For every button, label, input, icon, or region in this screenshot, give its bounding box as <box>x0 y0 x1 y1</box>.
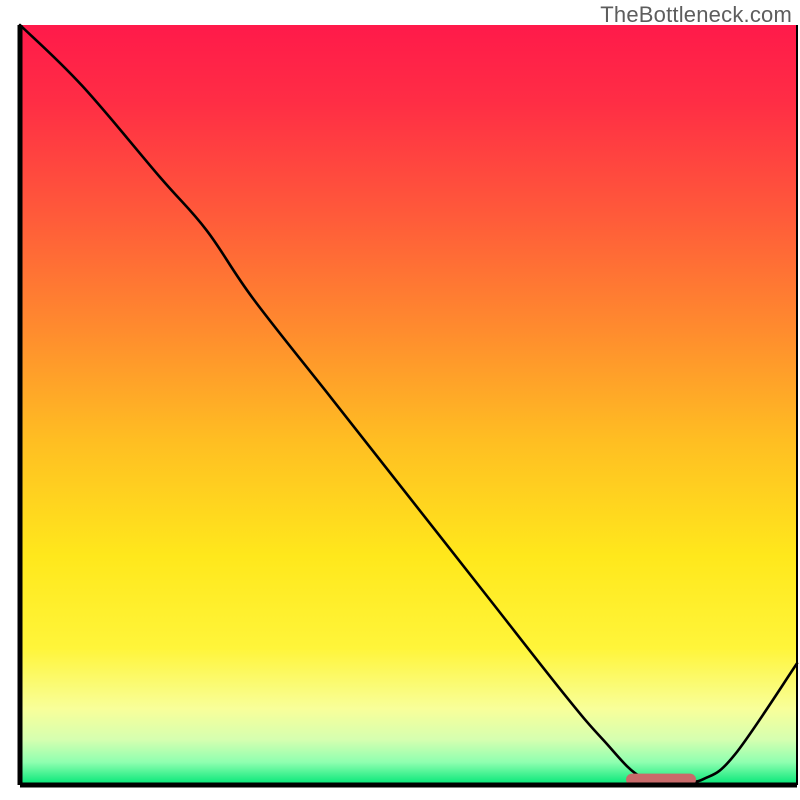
watermark-text: TheBottleneck.com <box>600 2 792 28</box>
bottleneck-chart <box>0 0 800 800</box>
chart-container: { "watermark": "TheBottleneck.com", "cha… <box>0 0 800 800</box>
plot-background <box>20 25 797 785</box>
